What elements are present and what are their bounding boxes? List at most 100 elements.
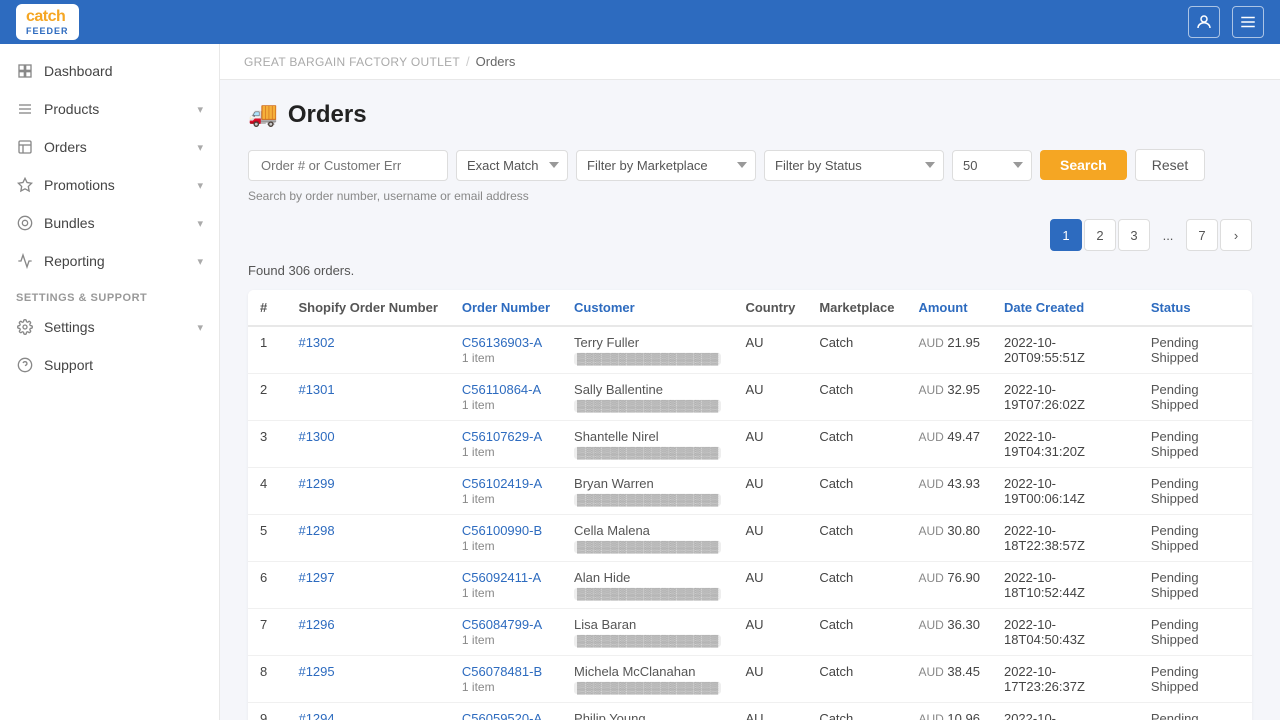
cell-status: Pending Shipped — [1139, 374, 1252, 421]
menu-icon[interactable] — [1232, 6, 1264, 38]
orders-chevron-icon: ▾ — [197, 141, 203, 154]
order-number-link[interactable]: C56107629-A — [462, 429, 542, 444]
item-count: 1 item — [462, 351, 495, 365]
order-number-link[interactable]: C56136903-A — [462, 335, 542, 350]
order-number-link[interactable]: C56059520-A — [462, 711, 542, 720]
cell-country: AU — [733, 374, 807, 421]
status-badge: Pending Shipped — [1151, 523, 1199, 553]
search-input[interactable] — [248, 150, 448, 181]
shopify-order-link[interactable]: #1297 — [298, 570, 334, 585]
shopify-order-link[interactable]: #1294 — [298, 711, 334, 720]
cell-amount: AUD 43.93 — [906, 468, 992, 515]
cell-marketplace: Catch — [807, 421, 906, 468]
table-row: 1 #1302 C56136903-A 1 item Terry Fuller … — [248, 326, 1252, 374]
per-page-select[interactable]: 50 25 100 — [952, 150, 1032, 181]
marketplace-filter-select[interactable]: Filter by Marketplace Catch — [576, 150, 756, 181]
cell-amount: AUD 32.95 — [906, 374, 992, 421]
currency-label: AUD — [918, 383, 943, 397]
promotions-chevron-icon: ▾ — [197, 179, 203, 192]
cell-num: 5 — [248, 515, 286, 562]
sidebar-label-bundles: Bundles — [44, 215, 95, 231]
cell-order: C56100990-B 1 item — [450, 515, 562, 562]
cell-status: Pending Shipped — [1139, 562, 1252, 609]
reset-button[interactable]: Reset — [1135, 149, 1206, 181]
col-header-customer: Customer — [562, 290, 733, 326]
search-button[interactable]: Search — [1040, 150, 1127, 180]
logo-text: catch — [26, 8, 65, 25]
status-badge: Pending Shipped — [1151, 429, 1199, 459]
shopify-order-link[interactable]: #1298 — [298, 523, 334, 538]
sidebar-item-bundles[interactable]: Bundles ▾ — [0, 204, 219, 242]
item-count: 1 item — [462, 539, 495, 553]
cell-amount: AUD 10.96 — [906, 703, 992, 720]
cell-order: C56136903-A 1 item — [450, 326, 562, 374]
page-1-button[interactable]: 1 — [1050, 219, 1082, 251]
order-number-link[interactable]: C56102419-A — [462, 476, 542, 491]
table-row: 8 #1295 C56078481-B 1 item Michela McCla… — [248, 656, 1252, 703]
sidebar-item-orders[interactable]: Orders ▾ — [0, 128, 219, 166]
sidebar-item-support[interactable]: Support — [0, 346, 219, 384]
products-icon — [16, 100, 34, 118]
item-count: 1 item — [462, 398, 495, 412]
status-badge: Pending Shipped — [1151, 664, 1199, 694]
shopify-order-link[interactable]: #1301 — [298, 382, 334, 397]
page-title-section: 🚚 Orders — [248, 100, 1252, 129]
shopify-order-link[interactable]: #1296 — [298, 617, 334, 632]
order-number-link[interactable]: C56084799-A — [462, 617, 542, 632]
reporting-icon — [16, 252, 34, 270]
page-next-button[interactable]: › — [1220, 219, 1252, 251]
cell-country: AU — [733, 515, 807, 562]
cell-amount: AUD 49.47 — [906, 421, 992, 468]
order-number-link[interactable]: C56078481-B — [462, 664, 542, 679]
status-badge: Pending Shipped — [1151, 335, 1199, 365]
shopify-order-link[interactable]: #1299 — [298, 476, 334, 491]
settings-support-label: SETTINGS & SUPPORT — [0, 280, 219, 308]
cell-customer: Bryan Warren ▓▓▓▓▓▓▓▓▓▓▓▓▓▓▓▓▓ — [562, 468, 733, 515]
sidebar-item-settings[interactable]: Settings ▾ — [0, 308, 219, 346]
sidebar-item-reporting[interactable]: Reporting ▾ — [0, 242, 219, 280]
logo-sub: FEEDER — [26, 26, 69, 36]
cell-status: Pending Shipped — [1139, 515, 1252, 562]
item-count: 1 item — [462, 492, 495, 506]
sidebar-item-promotions[interactable]: Promotions ▾ — [0, 166, 219, 204]
page-7-button[interactable]: 7 — [1186, 219, 1218, 251]
col-header-marketplace: Marketplace — [807, 290, 906, 326]
customer-name: Shantelle Nirel — [574, 429, 659, 444]
col-header-country: Country — [733, 290, 807, 326]
bundles-icon — [16, 214, 34, 232]
item-count: 1 item — [462, 586, 495, 600]
cell-customer: Philip Young ▓▓▓▓▓▓▓▓▓▓▓▓▓▓▓▓▓ — [562, 703, 733, 720]
logo[interactable]: catch FEEDER — [16, 4, 79, 40]
sidebar-label-reporting: Reporting — [44, 253, 105, 269]
sidebar-label-orders: Orders — [44, 139, 87, 155]
cell-status: Pending Shipped — [1139, 609, 1252, 656]
shopify-order-link[interactable]: #1302 — [298, 335, 334, 350]
cell-country: AU — [733, 656, 807, 703]
page-2-button[interactable]: 2 — [1084, 219, 1116, 251]
cell-num: 3 — [248, 421, 286, 468]
sidebar-item-dashboard[interactable]: Dashboard — [0, 52, 219, 90]
cell-shopify: #1301 — [286, 374, 449, 421]
order-number-link[interactable]: C56100990-B — [462, 523, 542, 538]
cell-num: 4 — [248, 468, 286, 515]
cell-order: C56084799-A 1 item — [450, 609, 562, 656]
table-row: 4 #1299 C56102419-A 1 item Bryan Warren … — [248, 468, 1252, 515]
order-number-link[interactable]: C56110864-A — [462, 382, 541, 397]
cell-amount: AUD 36.30 — [906, 609, 992, 656]
page-3-button[interactable]: 3 — [1118, 219, 1150, 251]
shopify-order-link[interactable]: #1295 — [298, 664, 334, 679]
cell-country: AU — [733, 468, 807, 515]
customer-name: Alan Hide — [574, 570, 630, 585]
match-type-select[interactable]: Exact Match Contains — [456, 150, 568, 181]
cell-shopify: #1296 — [286, 609, 449, 656]
shopify-order-link[interactable]: #1300 — [298, 429, 334, 444]
reporting-chevron-icon: ▾ — [197, 255, 203, 268]
cell-customer: Michela McClanahan ▓▓▓▓▓▓▓▓▓▓▓▓▓▓▓▓▓ — [562, 656, 733, 703]
user-icon[interactable] — [1188, 6, 1220, 38]
order-number-link[interactable]: C56092411-A — [462, 570, 541, 585]
customer-email: ▓▓▓▓▓▓▓▓▓▓▓▓▓▓▓▓▓ — [574, 682, 721, 694]
cell-shopify: #1294 — [286, 703, 449, 720]
customer-name: Sally Ballentine — [574, 382, 663, 397]
status-filter-select[interactable]: Filter by Status Pending Shipped — [764, 150, 944, 181]
sidebar-item-products[interactable]: Products ▾ — [0, 90, 219, 128]
